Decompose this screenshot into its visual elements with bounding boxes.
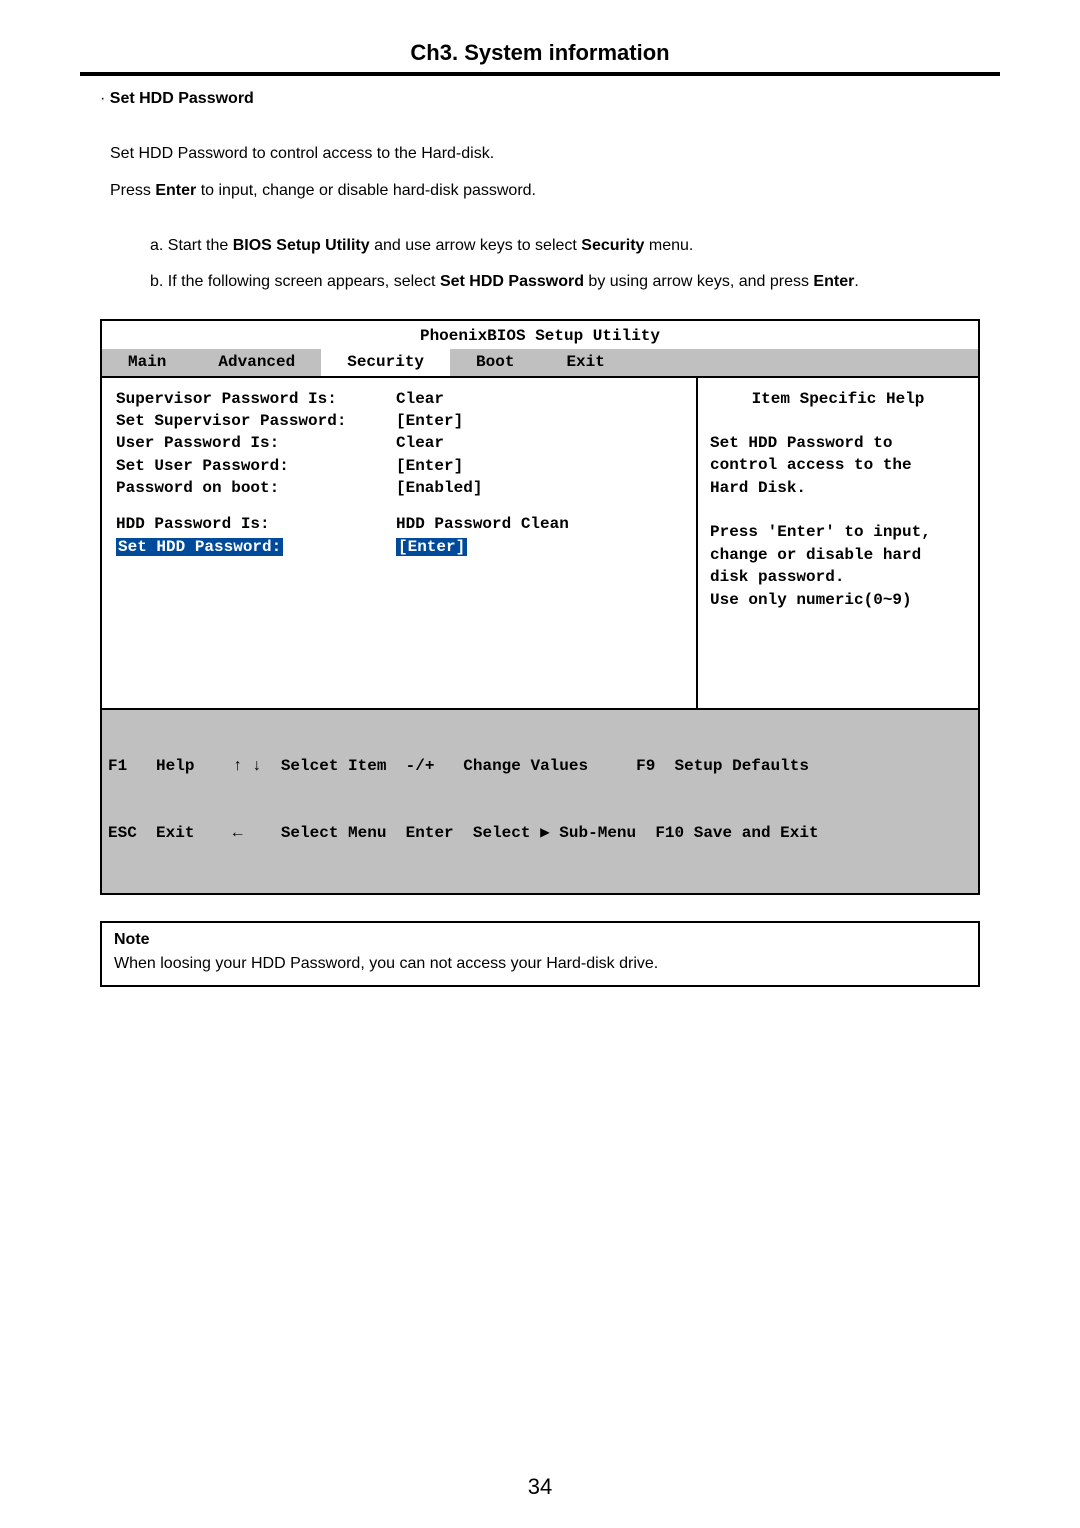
tab-exit[interactable]: Exit — [540, 349, 630, 375]
bios-footer-line2: ESC Exit ← Select Menu Enter Select ▶ Su… — [108, 823, 972, 845]
bios-body: Supervisor Password Is: Clear Set Superv… — [102, 378, 978, 708]
bios-footer-line1: F1 Help ↑ ↓ Selcet Item -/+ Change Value… — [108, 756, 972, 778]
bios-value: Clear — [396, 388, 444, 410]
bios-selected-label: Set HDD Password: — [116, 536, 396, 558]
text-bold: Security — [581, 237, 644, 254]
text: Set HDD Password to control access to th… — [110, 145, 494, 162]
note-box: Note When loosing your HDD Password, you… — [100, 921, 980, 987]
highlight: Set HDD Password: — [116, 538, 283, 556]
text: to input, change or disable hard-disk pa… — [196, 182, 536, 199]
bios-label: Password on boot: — [116, 477, 396, 499]
bios-title: PhoenixBIOS Setup Utility — [102, 321, 978, 349]
text-bold: Enter — [813, 273, 854, 290]
bios-value[interactable]: [Enter] — [396, 455, 463, 477]
bios-label: Supervisor Password Is: — [116, 388, 396, 410]
bios-footer: F1 Help ↑ ↓ Selcet Item -/+ Change Value… — [102, 708, 978, 894]
text: Press — [110, 182, 155, 199]
text: by using arrow keys, and press — [584, 273, 813, 290]
bios-help-pane: Item Specific Help Set HDD Password to c… — [698, 378, 978, 708]
bios-label: Set User Password: — [116, 455, 396, 477]
tab-advanced[interactable]: Advanced — [192, 349, 321, 375]
body-line-1: Set HDD Password to control access to th… — [110, 136, 1000, 171]
bios-value: Clear — [396, 432, 444, 454]
bios-screenshot: PhoenixBIOS Setup Utility Main Advanced … — [100, 319, 980, 895]
help-text: Set HDD Password to control access to th… — [710, 432, 966, 611]
help-title: Item Specific Help — [710, 388, 966, 410]
bios-row-selected[interactable]: Set HDD Password: [Enter] — [116, 536, 688, 558]
note-title: Note — [114, 931, 966, 949]
body-line-2: Press Enter to input, change or disable … — [110, 173, 1000, 208]
bios-row: Set Supervisor Password: [Enter] — [116, 410, 688, 432]
text: b. If the following screen appears, sele… — [150, 273, 440, 290]
bullet-dot: · — [100, 90, 110, 107]
tab-boot[interactable]: Boot — [450, 349, 540, 375]
section-heading: · Set HDD Password — [100, 90, 1000, 108]
text-bold: BIOS Setup Utility — [233, 237, 370, 254]
chapter-title: Ch3. System information — [80, 40, 1000, 66]
text: . — [854, 273, 858, 290]
section-heading-text: Set HDD Password — [110, 90, 254, 107]
bios-selected-value: [Enter] — [396, 536, 467, 558]
text: and use arrow keys to select — [370, 237, 582, 254]
bios-menu: Main Advanced Security Boot Exit — [102, 349, 978, 377]
note-text: When loosing your HDD Password, you can … — [114, 955, 966, 973]
bios-row: HDD Password Is: HDD Password Clean — [116, 513, 688, 535]
text: menu. — [644, 237, 693, 254]
tab-security[interactable]: Security — [321, 349, 450, 375]
bios-label: User Password Is: — [116, 432, 396, 454]
bios-row: User Password Is: Clear — [116, 432, 688, 454]
steps: a. Start the BIOS Setup Utility and use … — [150, 228, 1000, 298]
page-number: 34 — [0, 1474, 1080, 1500]
tab-main[interactable]: Main — [102, 349, 192, 375]
text: a. Start the — [150, 237, 233, 254]
bios-row: Password on boot: [Enabled] — [116, 477, 688, 499]
step-a: a. Start the BIOS Setup Utility and use … — [150, 228, 1000, 263]
bios-row: Set User Password: [Enter] — [116, 455, 688, 477]
text-bold: Enter — [155, 182, 196, 199]
bios-label: Set Supervisor Password: — [116, 410, 396, 432]
bios-value[interactable]: [Enter] — [396, 410, 463, 432]
step-b: b. If the following screen appears, sele… — [150, 264, 1000, 299]
divider — [80, 72, 1000, 76]
text-bold: Set HDD Password — [440, 273, 584, 290]
bios-value: HDD Password Clean — [396, 513, 569, 535]
bios-row: Supervisor Password Is: Clear — [116, 388, 688, 410]
bios-value[interactable]: [Enabled] — [396, 477, 482, 499]
bios-label: HDD Password Is: — [116, 513, 396, 535]
page: Ch3. System information · Set HDD Passwo… — [0, 0, 1080, 1528]
highlight: [Enter] — [396, 538, 467, 556]
bios-left-pane: Supervisor Password Is: Clear Set Superv… — [102, 378, 698, 708]
